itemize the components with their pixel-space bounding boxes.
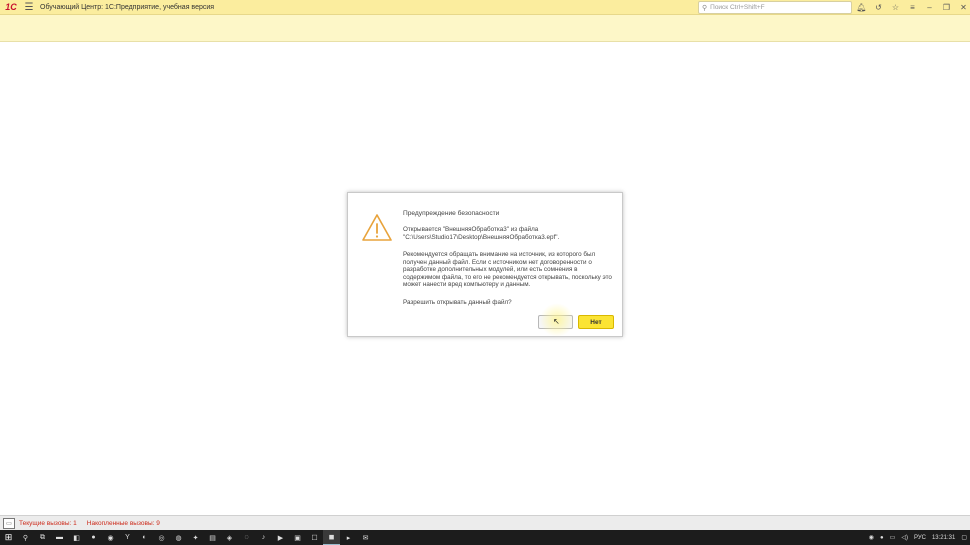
tray-network-icon[interactable]: ▭	[890, 534, 896, 541]
accumulated-calls[interactable]: Накопленные вызовы: 9	[87, 520, 160, 527]
bell-icon[interactable]: 🔔︎	[853, 0, 870, 14]
current-calls[interactable]: Текущие вызовы: 1	[19, 520, 77, 527]
app-logo: 1С	[5, 2, 17, 12]
title-bar: 1С ☰ Обучающий Центр: 1С:Предприятие, уч…	[0, 0, 970, 15]
os-taskbar: ⊞ ⚲ ⧉ ▬ ◧ ● ◉ Y ◐ ◎ ◍ ✦ ▤ ◈ ◌ ♪ ▶ ▣ ☐ ◼ …	[0, 530, 970, 545]
task-view-icon[interactable]: ⧉	[34, 530, 51, 545]
calls-monitor-icon[interactable]: ▭	[3, 518, 15, 529]
app-title: Обучающий Центр: 1С:Предприятие, учебная…	[40, 3, 215, 11]
taskbar-app-icon[interactable]: ◧	[68, 530, 85, 545]
menu-list-icon[interactable]: ≡	[904, 0, 921, 14]
windows-start-icon[interactable]: ⊞	[0, 530, 17, 545]
restore-icon[interactable]: ❐	[938, 0, 955, 14]
taskbar-app-icon[interactable]: ◐	[136, 530, 153, 545]
dialog-question: Разрешить открывать данный файл?	[403, 299, 512, 306]
tray-clock[interactable]: 13:21:31	[932, 535, 955, 541]
yandex-browser-icon[interactable]: Y	[119, 530, 136, 545]
taskbar-app-icon[interactable]: ◌	[238, 530, 255, 545]
tray-mic-icon[interactable]: ●	[880, 535, 884, 541]
taskbar-app-icon[interactable]: ▣	[289, 530, 306, 545]
warning-icon	[362, 214, 392, 241]
tray-app-icon[interactable]: ◉	[869, 534, 874, 541]
dialog-recommendation-text: Рекомендуется обращать внимание на источ…	[403, 251, 612, 289]
history-icon[interactable]: ↺	[870, 0, 887, 14]
taskbar-app-icon[interactable]: ◎	[153, 530, 170, 545]
system-tray: ◉ ● ▭ ◁) РУС 13:21:31 ▢	[866, 530, 970, 545]
taskbar-app-icon[interactable]: ✦	[187, 530, 204, 545]
no-button[interactable]: Нет	[578, 315, 614, 329]
minimize-icon[interactable]: –	[921, 0, 938, 14]
mouse-cursor-icon: ↖	[553, 317, 560, 326]
tray-volume-icon[interactable]: ◁)	[901, 534, 908, 541]
search-placeholder: Поиск Ctrl+Shift+F	[710, 4, 765, 11]
taskbar-app-icon[interactable]: ▤	[204, 530, 221, 545]
taskbar-app-icon[interactable]: ●	[85, 530, 102, 545]
status-bar: ▭ Текущие вызовы: 1 Накопленные вызовы: …	[0, 515, 970, 531]
search-box[interactable]: ⚲ Поиск Ctrl+Shift+F	[698, 1, 852, 14]
security-warning-dialog: Предупреждение безопасности Открывается …	[347, 192, 623, 337]
taskbar-app-icon[interactable]: ☐	[306, 530, 323, 545]
taskbar-1c-app-icon[interactable]: ◼	[323, 530, 340, 545]
dialog-title: Предупреждение безопасности	[403, 210, 500, 217]
file-explorer-icon[interactable]: ▬	[51, 530, 68, 545]
section-panel	[0, 15, 970, 42]
notifications-icon[interactable]: ▢	[961, 534, 967, 541]
taskbar-app-icon[interactable]: ♪	[255, 530, 272, 545]
taskbar-app-icon[interactable]: ▶	[272, 530, 289, 545]
hamburger-menu-icon[interactable]: ☰	[22, 2, 36, 13]
dialog-open-file-text: Открывается "ВнешняяОбработка3" из файла…	[403, 226, 560, 241]
taskbar-app-icon[interactable]: ▸	[340, 530, 357, 545]
tray-language[interactable]: РУС	[914, 535, 926, 541]
taskbar-app-icon[interactable]: ✉	[357, 530, 374, 545]
viber-icon[interactable]: ◉	[102, 530, 119, 545]
star-icon[interactable]: ☆	[887, 0, 904, 14]
close-icon[interactable]: ✕	[955, 0, 970, 14]
taskbar-app-icon[interactable]: ◍	[170, 530, 187, 545]
taskbar-app-icon[interactable]: ◈	[221, 530, 238, 545]
titlebar-icons: 🔔︎ ↺ ☆ ≡ – ❐ ✕	[853, 0, 970, 14]
search-icon[interactable]: ⚲	[17, 530, 34, 545]
search-icon: ⚲	[702, 4, 708, 12]
